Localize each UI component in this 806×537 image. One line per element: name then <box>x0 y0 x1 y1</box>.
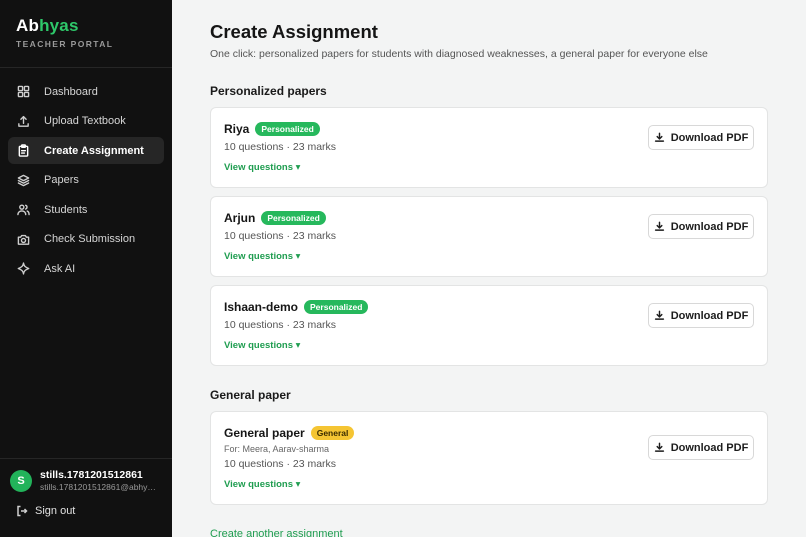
clipboard-icon <box>16 144 30 158</box>
sidebar-item-label: Dashboard <box>44 85 98 98</box>
sidebar-nav: Dashboard Upload Textbook Create Assignm… <box>8 78 164 285</box>
paper-meta: 10 questions · 23 marks <box>224 458 337 470</box>
user-name: stills.1781201512861 <box>40 469 143 481</box>
status-badge: General <box>310 426 355 440</box>
layers-icon <box>16 173 30 187</box>
page-title: Create Assignment <box>210 21 378 42</box>
sidebar-item-students[interactable]: Students <box>8 196 164 223</box>
user-meta: stills.1781201512861 stills.178120151286… <box>40 469 160 492</box>
paper-name-row: General paper General <box>224 426 355 440</box>
camera-icon <box>16 232 30 246</box>
brand-logo[interactable]: Abhyas TEACHER PORTAL <box>16 16 113 49</box>
download-icon <box>654 442 664 452</box>
users-icon <box>16 203 30 217</box>
user-profile[interactable]: S stills.1781201512861 stills.1781201512… <box>10 469 160 492</box>
view-questions-toggle[interactable]: View questions ▾ <box>224 340 300 351</box>
sidebar-item-label: Students <box>44 203 88 216</box>
download-pdf-button[interactable]: Download PDF <box>648 125 754 150</box>
view-questions-toggle[interactable]: View questions ▾ <box>224 162 300 173</box>
create-another-assignment-link[interactable]: Create another assignment <box>210 528 343 537</box>
view-questions-toggle[interactable]: View questions ▾ <box>224 251 300 262</box>
paper-meta: 10 questions · 23 marks <box>224 141 337 153</box>
user-email: stills.1781201512861@abhyas.com <box>40 482 160 492</box>
sidebar-divider-bottom <box>0 458 172 459</box>
download-pdf-label: Download PDF <box>670 131 749 144</box>
download-pdf-button[interactable]: Download PDF <box>648 214 754 239</box>
paper-recipients: For: Meera, Aarav-sharma <box>224 444 330 454</box>
download-icon <box>654 132 664 142</box>
sidebar-item-create-assignment[interactable]: Create Assignment <box>8 137 164 164</box>
student-name: Riya <box>224 122 250 136</box>
status-badge: Personalized <box>255 122 320 136</box>
sidebar: Abhyas TEACHER PORTAL Dashboard Upload T… <box>0 0 172 537</box>
sidebar-divider-top <box>0 67 172 68</box>
sidebar-item-papers[interactable]: Papers <box>8 167 164 194</box>
grid-icon <box>16 85 30 99</box>
sign-out-button[interactable]: Sign out <box>16 505 75 517</box>
paper-card: Arjun Personalized 10 questions · 23 mar… <box>210 196 768 277</box>
upload-icon <box>16 114 30 128</box>
paper-meta: 10 questions · 23 marks <box>224 230 337 242</box>
status-badge: Personalized <box>304 300 369 314</box>
sparkle-icon <box>16 262 30 276</box>
download-pdf-label: Download PDF <box>670 309 749 322</box>
section-title-general: General paper <box>210 388 291 402</box>
sidebar-item-label: Ask AI <box>44 262 76 275</box>
general-paper-card: General paper General For: Meera, Aarav-… <box>210 411 768 505</box>
sidebar-item-label: Papers <box>44 174 79 186</box>
paper-name-row: Arjun Personalized <box>224 211 326 225</box>
paper-name-row: Riya Personalized <box>224 122 320 136</box>
download-pdf-label: Download PDF <box>670 441 749 454</box>
sidebar-item-label: Create Assignment <box>44 144 144 157</box>
view-questions-toggle[interactable]: View questions ▾ <box>224 479 300 490</box>
paper-name: General paper <box>224 426 305 440</box>
paper-card: Riya Personalized 10 questions · 23 mark… <box>210 107 768 188</box>
brand-name: Abhyas <box>16 16 113 36</box>
brand-name-part2: hyas <box>39 16 79 35</box>
brand-name-part1: Ab <box>16 16 40 35</box>
sidebar-item-check-submission[interactable]: Check Submission <box>8 226 164 253</box>
sign-out-label: Sign out <box>35 505 76 517</box>
page-subtitle: One click: personalized papers for stude… <box>210 48 708 60</box>
download-pdf-button[interactable]: Download PDF <box>648 435 754 460</box>
avatar: S <box>10 469 32 492</box>
student-name: Ishaan-demo <box>224 300 299 314</box>
sign-out-icon <box>17 505 28 517</box>
download-pdf-button[interactable]: Download PDF <box>648 303 754 328</box>
student-name: Arjun <box>224 211 256 225</box>
paper-name-row: Ishaan-demo Personalized <box>224 300 369 314</box>
paper-meta: 10 questions · 23 marks <box>224 319 337 331</box>
paper-card: Ishaan-demo Personalized 10 questions · … <box>210 285 768 366</box>
sidebar-item-ask-ai[interactable]: Ask AI <box>8 255 164 282</box>
download-pdf-label: Download PDF <box>670 220 749 233</box>
section-title-personalized: Personalized papers <box>210 84 327 98</box>
download-icon <box>654 221 664 231</box>
sidebar-item-dashboard[interactable]: Dashboard <box>8 78 164 105</box>
sidebar-item-label: Check Submission <box>44 233 136 245</box>
main-content: Create Assignment One click: personalize… <box>172 0 806 537</box>
brand-subtitle: TEACHER PORTAL <box>16 39 114 49</box>
status-badge: Personalized <box>261 211 326 225</box>
download-icon <box>654 310 664 320</box>
sidebar-item-label: Upload Textbook <box>44 115 126 127</box>
sidebar-item-upload-textbook[interactable]: Upload Textbook <box>8 108 164 135</box>
